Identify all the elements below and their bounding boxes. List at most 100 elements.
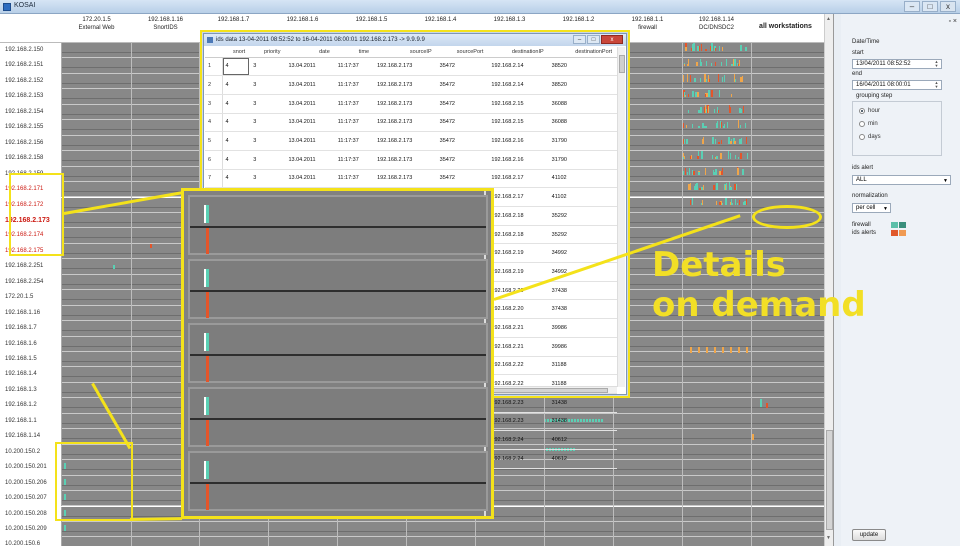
- dock-controls-icon[interactable]: ▫ ×: [948, 18, 957, 25]
- row-label[interactable]: 192.168.2.152: [0, 73, 62, 90]
- row-label[interactable]: 192.168.1.4: [0, 367, 62, 383]
- maximize-button[interactable]: □: [922, 1, 938, 12]
- activity-mark: [714, 139, 717, 144]
- column-name: all workstations: [759, 23, 812, 30]
- activity-mark: [734, 59, 736, 67]
- activity-mark: [700, 61, 702, 67]
- row-label[interactable]: 172.20.1.5: [0, 290, 62, 306]
- row-label[interactable]: 10.200.150.2: [0, 444, 62, 461]
- start-datetime-field[interactable]: 13/04/2011 08:52:52 ▲ ▼: [852, 59, 942, 69]
- activity-mark: [698, 171, 700, 175]
- row-label[interactable]: 192.168.2.154: [0, 104, 62, 121]
- activity-mark: [740, 137, 743, 144]
- firewall-bar: [204, 269, 209, 287]
- activity-mark: [737, 120, 740, 129]
- scrollbar-thumb[interactable]: [826, 430, 833, 530]
- column-ip: 192.168.1.14: [698, 17, 735, 23]
- column-header-3[interactable]: 192.168.1.6: [268, 16, 337, 24]
- row-label[interactable]: 10.200.150.201: [0, 460, 62, 476]
- row-label[interactable]: 192.168.2.254: [0, 274, 62, 291]
- end-spinner-icon[interactable]: ▲ ▼: [933, 81, 940, 89]
- row-label[interactable]: 192.168.1.3: [0, 382, 62, 399]
- activity-mark: [715, 201, 718, 206]
- activity-mark: [711, 154, 714, 160]
- minimize-button[interactable]: –: [904, 1, 920, 12]
- column-header-9[interactable]: 192.168.1.14 DC/DNSDC2: [682, 16, 751, 32]
- activity-mark: [705, 60, 708, 67]
- matrix-row[interactable]: 10.200.150.209: [0, 521, 833, 538]
- activity-mark: [720, 61, 723, 67]
- row-cells[interactable]: [62, 521, 833, 537]
- matrix-vertical-scrollbar[interactable]: ▲ ▼: [824, 14, 833, 546]
- row-cells[interactable]: [62, 537, 833, 546]
- radio-min[interactable]: min: [859, 121, 878, 127]
- row-label[interactable]: 192.168.2.158: [0, 151, 62, 167]
- row-label[interactable]: 192.168.1.16: [0, 305, 62, 322]
- activity-mark: [712, 136, 714, 144]
- column-header-4[interactable]: 192.168.1.5: [337, 16, 406, 24]
- row-label[interactable]: 10.200.150.209: [0, 521, 62, 538]
- normalization-select[interactable]: per cell ▼: [852, 203, 891, 213]
- firewall-swatch-1: [891, 222, 898, 228]
- radio-days[interactable]: days: [859, 134, 881, 140]
- callout-on-demand: on demand: [652, 285, 866, 325]
- activity-mark: [718, 89, 721, 98]
- radio-hour[interactable]: hour: [859, 108, 880, 114]
- row-label[interactable]: 192.168.2.156: [0, 135, 62, 152]
- activity-mark: [693, 170, 695, 175]
- column-header-7[interactable]: 192.168.1.2: [544, 16, 613, 24]
- scroll-up-icon[interactable]: ▲: [826, 16, 831, 22]
- activity-mark: [727, 151, 730, 160]
- close-button[interactable]: x: [940, 1, 956, 12]
- end-datetime-field[interactable]: 16/04/2011 08:00:01 ▲ ▼: [852, 80, 942, 90]
- ids-alert-select[interactable]: ALL ▼: [852, 175, 951, 185]
- ids-alert-bar: [206, 356, 209, 382]
- row-label[interactable]: 192.168.1.1: [0, 413, 62, 430]
- row-label[interactable]: 192.168.1.6: [0, 336, 62, 352]
- column-ip: 192.168.1.2: [562, 17, 595, 23]
- firewall-bar: [204, 461, 209, 479]
- activity-mark: [683, 92, 686, 98]
- row-label[interactable]: 192.168.2.150: [0, 43, 62, 59]
- row-label[interactable]: 192.168.2.155: [0, 120, 62, 136]
- ids-alert-bar: [206, 420, 209, 446]
- row-label[interactable]: 192.168.1.5: [0, 352, 62, 368]
- window-controls: – □ x: [904, 1, 956, 12]
- row-label[interactable]: 192.168.2.151: [0, 58, 62, 74]
- start-spinner-icon[interactable]: ▲ ▼: [933, 60, 940, 68]
- chevron-down-icon: ▼: [943, 178, 948, 184]
- column-header-10[interactable]: all workstations: [751, 23, 820, 31]
- column-ip: 192.168.1.1: [631, 17, 664, 23]
- end-label: end: [852, 71, 863, 77]
- row-label[interactable]: 10.200.150.208: [0, 506, 62, 522]
- zoom-row-line: [190, 418, 486, 420]
- row-label[interactable]: 10.200.150.207: [0, 491, 62, 507]
- row-label[interactable]: 192.168.2.153: [0, 89, 62, 105]
- row-label[interactable]: 192.168.1.2: [0, 398, 62, 414]
- activity-mark: [745, 136, 748, 144]
- column-header-1[interactable]: 192.168.1.16 SnortIDS: [131, 16, 200, 32]
- activity-mark: [685, 124, 688, 129]
- column-header-5[interactable]: 192.168.1.4: [406, 16, 475, 24]
- row-label[interactable]: 192.168.2.251: [0, 259, 62, 275]
- activity-mark: [722, 347, 724, 353]
- firewall-bar: [204, 333, 209, 351]
- highlight-ellipse: [752, 205, 822, 229]
- scroll-down-icon[interactable]: ▼: [826, 535, 831, 541]
- activity-mark: [700, 107, 702, 113]
- activity-mark: [694, 78, 696, 82]
- activity-mark: [708, 94, 711, 98]
- row-label[interactable]: 10.200.150.6: [0, 537, 62, 546]
- column-header-6[interactable]: 192.168.1.3: [475, 16, 544, 24]
- activity-mark: [689, 200, 692, 206]
- column-header-0[interactable]: 172.20.1.5 External Web: [62, 16, 131, 32]
- column-header-2[interactable]: 192.168.1.7: [199, 16, 268, 24]
- row-label[interactable]: 192.168.1.14: [0, 429, 62, 445]
- matrix-row[interactable]: 10.200.150.6: [0, 537, 833, 546]
- row-label[interactable]: 10.200.150.206: [0, 475, 62, 492]
- end-datetime-value: 16/04/2011 08:00:01: [856, 82, 911, 88]
- activity-mark: [686, 74, 689, 82]
- row-label[interactable]: 192.168.1.7: [0, 321, 62, 337]
- activity-mark: [707, 75, 710, 82]
- update-button[interactable]: update: [852, 529, 886, 541]
